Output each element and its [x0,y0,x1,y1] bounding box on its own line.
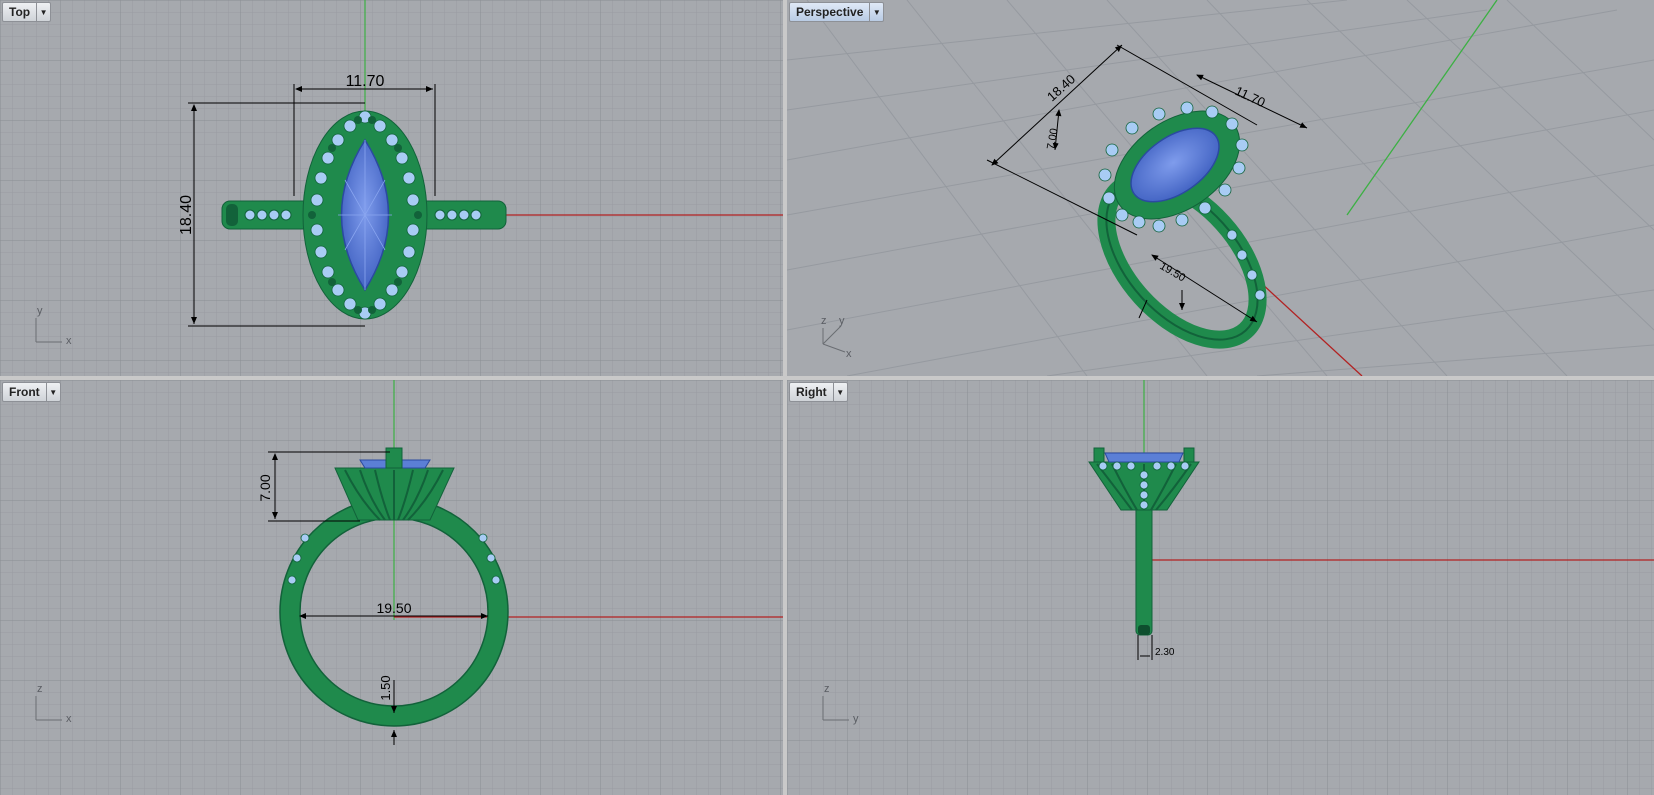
svg-text:y: y [37,305,43,317]
viewport-right[interactable]: 2.30 z y Right ▼ [787,380,1654,795]
dropdown-arrow-icon[interactable]: ▼ [45,383,60,401]
top-view-canvas[interactable]: 11.70 18.40 y x [0,0,783,376]
viewport-tab-top[interactable]: Top ▼ [2,2,52,22]
viewport-perspective[interactable]: 18.40 11.70 7.00 19.50 z y x Perspective… [787,0,1654,376]
marquise-center-stone [1104,452,1184,463]
dim-band-label: 2.30 [1155,647,1175,658]
svg-text:y: y [853,713,859,725]
dropdown-arrow-icon[interactable]: ▼ [36,3,50,21]
dim-shank-label: 1.50 [378,675,393,700]
front-view-canvas[interactable]: 7.00 19.50 1.50 z x [0,380,783,795]
dim-width-label: 11.70 [346,73,385,90]
svg-text:x: x [846,348,852,360]
svg-text:z: z [37,683,43,695]
viewport-top[interactable]: 11.70 18.40 y x Top ▼ [0,0,783,376]
viewport-title[interactable]: Front [3,383,46,401]
svg-text:x: x [66,713,72,725]
dim-length-label: 18.40 [178,195,195,235]
perspective-view-canvas[interactable]: 18.40 11.70 7.00 19.50 z y x [787,0,1654,376]
svg-text:y: y [839,315,845,327]
dim-height-label: 7.00 [257,474,273,501]
right-view-canvas[interactable]: 2.30 z y [787,380,1654,795]
viewport-title[interactable]: Perspective [790,3,869,21]
viewport-tab-right[interactable]: Right ▼ [789,382,848,402]
dim-diameter-label: 19.50 [376,600,411,616]
viewport-title[interactable]: Top [3,3,36,21]
viewport-tab-perspective[interactable]: Perspective ▼ [789,2,885,22]
viewport-tab-front[interactable]: Front ▼ [2,382,61,402]
svg-text:z: z [824,683,830,695]
dropdown-arrow-icon[interactable]: ▼ [869,3,883,21]
viewport-front[interactable]: 7.00 19.50 1.50 z x Front ▼ [0,380,783,795]
dropdown-arrow-icon[interactable]: ▼ [832,383,847,401]
svg-text:z: z [821,315,827,327]
viewport-title[interactable]: Right [790,383,833,401]
svg-text:x: x [66,335,72,347]
